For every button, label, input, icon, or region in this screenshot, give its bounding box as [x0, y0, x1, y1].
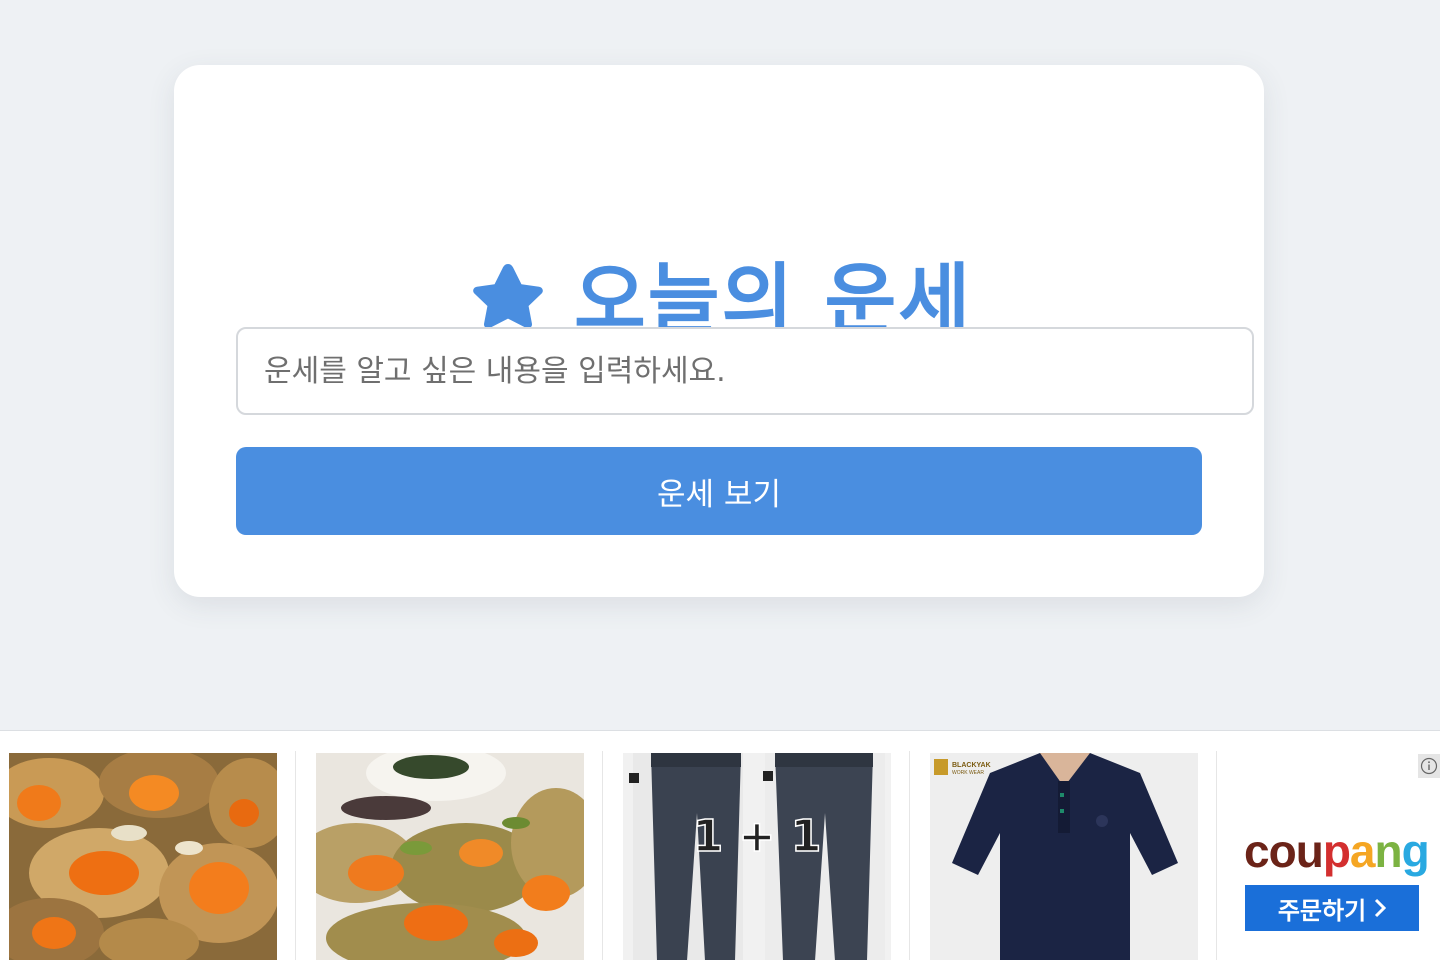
- logo-letter: n: [1374, 825, 1403, 877]
- ad-product-crab-dish[interactable]: [316, 753, 584, 960]
- svg-text:1 + 1: 1 + 1: [693, 811, 822, 862]
- logo-letter: o: [1268, 825, 1297, 877]
- ad-product-crab[interactable]: [9, 753, 277, 960]
- chevron-right-icon: [1375, 898, 1387, 918]
- polo-shirt-image: BLACKYAK WORK WEAR: [930, 753, 1198, 960]
- coupang-logo[interactable]: coupang: [1244, 825, 1430, 877]
- svg-text:WORK WEAR: WORK WEAR: [952, 770, 984, 776]
- ad-product-polo-shirt[interactable]: BLACKYAK WORK WEAR: [930, 753, 1198, 960]
- logo-letter: u: [1295, 825, 1324, 877]
- ad-divider: [1216, 751, 1217, 960]
- crab-dish-image: [316, 753, 584, 960]
- order-button[interactable]: 주문하기: [1245, 885, 1419, 931]
- page: 오늘의 운세 운세 보기: [0, 0, 1440, 960]
- order-label: 주문하기: [1277, 896, 1367, 925]
- ad-divider: [295, 751, 296, 960]
- crab-image: [9, 753, 277, 960]
- ad-divider: [602, 751, 603, 960]
- fortune-query-input[interactable]: [236, 327, 1254, 415]
- logo-letter: a: [1349, 825, 1376, 877]
- ad-divider: [909, 751, 910, 960]
- ad-product-pants[interactable]: 1 + 1: [623, 753, 891, 960]
- ad-banner: 1 + 1 BLACKYAK WORK WEAR: [0, 730, 1440, 960]
- logo-letter: p: [1322, 825, 1351, 877]
- logo-letter: c: [1244, 825, 1270, 877]
- info-icon[interactable]: [1418, 754, 1440, 778]
- pants-image: 1 + 1: [623, 753, 891, 960]
- logo-letter: g: [1401, 825, 1430, 877]
- svg-text:BLACKYAK: BLACKYAK: [952, 762, 991, 769]
- view-fortune-button[interactable]: 운세 보기: [236, 447, 1202, 535]
- info-glyph: [1420, 757, 1438, 775]
